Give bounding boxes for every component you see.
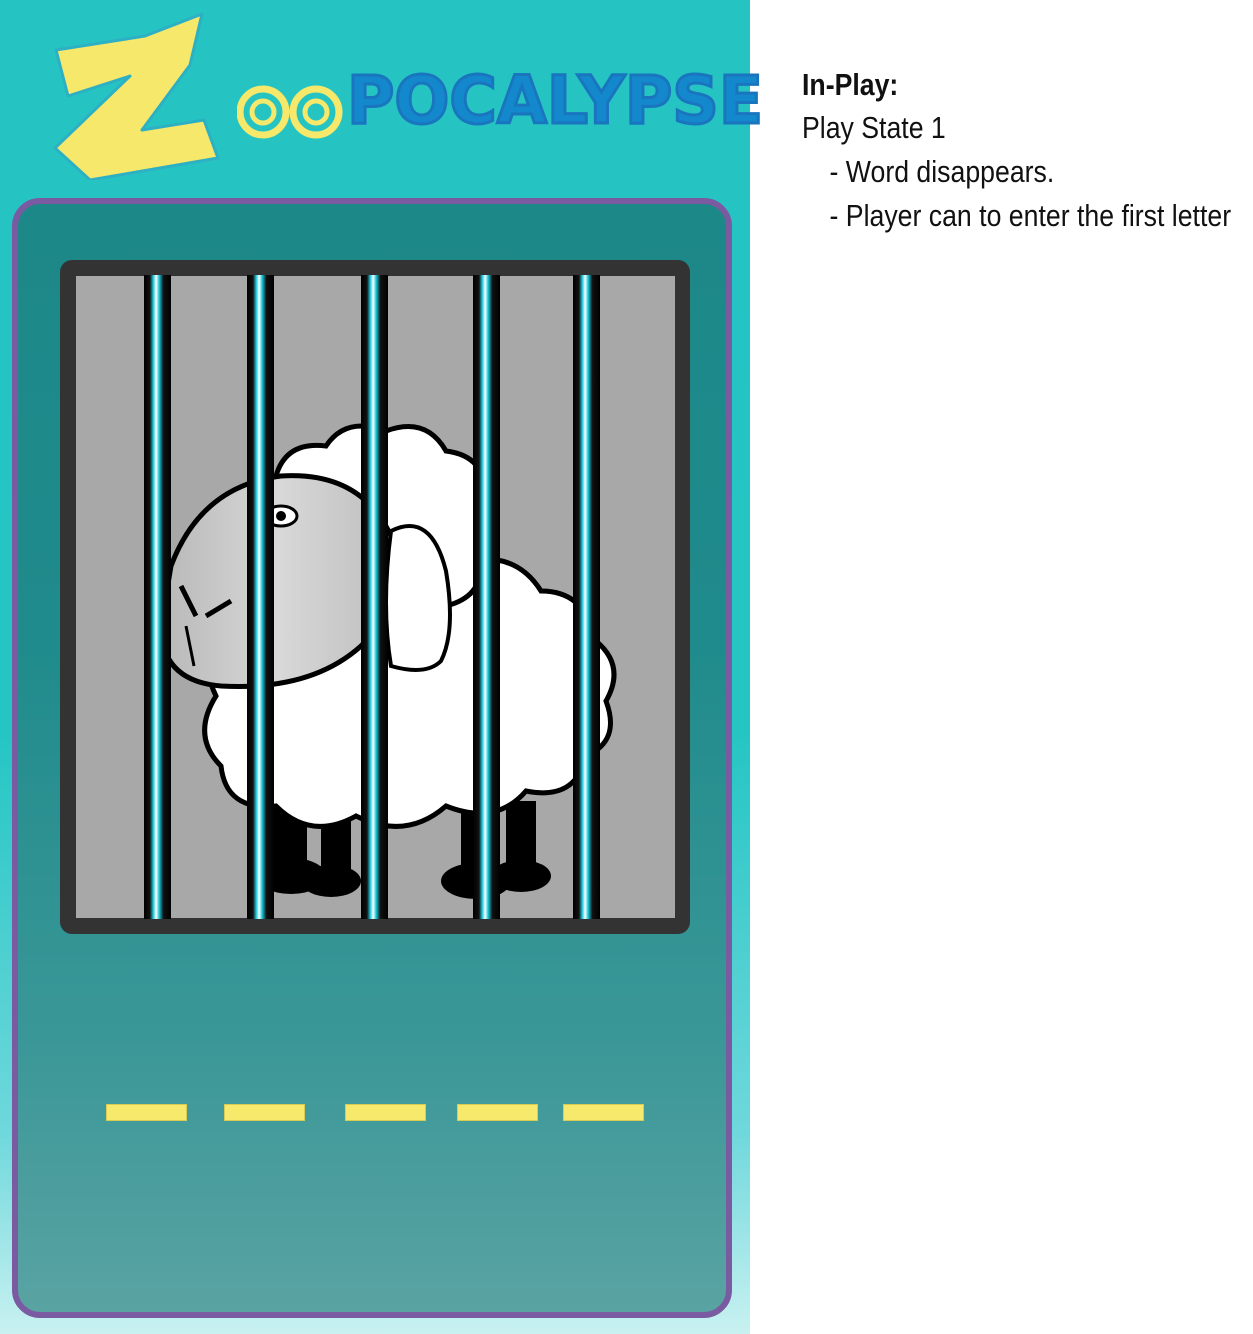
notes-bullet: - Player can to enter the first letter (829, 198, 1232, 233)
notes-heading: In-Play: (802, 67, 899, 102)
cage-bar (144, 275, 171, 919)
logo-title-text: POCALYPSE (346, 62, 765, 139)
letter-slot-4[interactable] (457, 1104, 538, 1121)
cage-bar (473, 275, 500, 919)
letter-slot-5[interactable] (563, 1104, 644, 1121)
logo-oo-letters: OO (237, 85, 343, 139)
cage-bar (361, 275, 388, 919)
notes-bullet: - Word disappears. (829, 154, 1055, 189)
cage-bar (247, 275, 274, 919)
logo-z-letter: Z (53, 12, 220, 180)
cage-bar (573, 275, 600, 919)
design-notes: In-Play: Play State 1 - Word disappears.… (802, 64, 1232, 238)
letter-slot-3[interactable] (345, 1104, 426, 1121)
letter-slot-1[interactable] (106, 1104, 187, 1121)
letter-slot-2[interactable] (224, 1104, 305, 1121)
notes-state-title: Play State 1 (802, 110, 946, 145)
game-logo: Z OO POCALYPSE (50, 10, 765, 180)
